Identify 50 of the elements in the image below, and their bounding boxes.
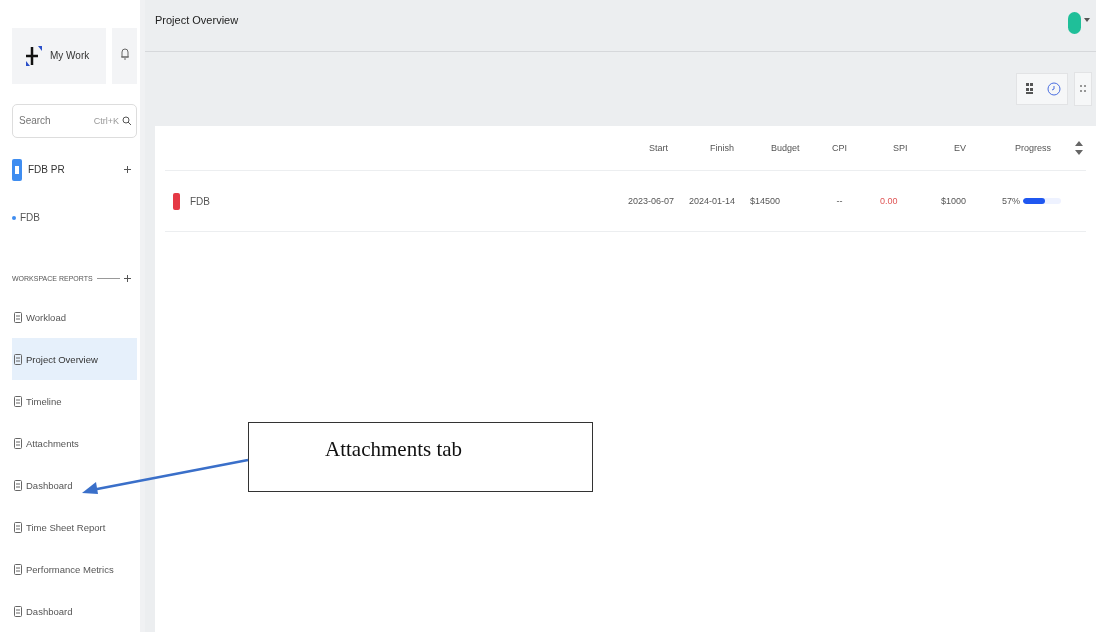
report-icon [14,605,22,617]
caret-icon[interactable] [1084,18,1090,22]
report-icon [14,479,22,491]
progress-value: 57% [1002,196,1020,206]
column-header: SPI [892,143,909,153]
table-cell-text: 2024-01-14 [688,196,737,206]
column-header: EV [953,143,967,153]
callout-box: Attachments tab [248,422,593,492]
sidebar-item[interactable]: Performance Metrics [12,548,137,590]
sidebar-item[interactable]: Timeline [12,380,137,422]
grid-icon [1026,83,1034,95]
column-header: CPI [831,143,848,153]
report-icon [14,563,22,575]
sidebar-item[interactable]: Dashboard [12,590,137,632]
sidebar-item[interactable]: Attachments [12,422,137,464]
clock-icon [1047,82,1061,96]
report-icon [14,311,22,323]
report-icon [14,437,22,449]
column-header: Start [648,143,669,153]
add-icon[interactable] [124,166,131,174]
sidebar-item[interactable]: Time Sheet Report [12,506,137,548]
table-cell[interactable]: FDB [190,195,210,207]
bullet-icon [12,215,16,220]
report-icon [14,395,22,407]
sidebar-item[interactable]: Project Overview [12,338,137,380]
column-header: Budget [770,143,801,153]
progress-bar [1023,198,1061,204]
project-item[interactable]: FDB [20,212,40,224]
report-icon [14,521,22,533]
column-header: Progress [1014,143,1052,153]
more-button[interactable] [1074,72,1092,106]
table-cell-text: -- [835,196,844,206]
add-icon[interactable] [124,275,131,282]
sidebar-item[interactable]: Workload [12,296,137,338]
sidebar-item[interactable]: Dashboard [12,464,137,506]
dots-icon [1080,85,1086,93]
bell-icon [119,47,130,62]
table-cell-text: 2023-06-07 [627,196,676,206]
column-header: Finish [709,143,735,153]
table-cell-text: 0.00 [879,196,899,206]
report-icon [14,353,22,365]
logo-icon [24,44,44,67]
search-icon [122,115,132,126]
shortcut-hint: Ctrl+K [93,115,119,126]
page-title: Project Overview [155,14,240,26]
project-name[interactable]: FDB PR [28,164,118,176]
my-work-button[interactable]: My Work [12,28,106,84]
table-cell-text: $14500 [749,196,782,206]
project-icon [12,159,22,181]
table-cell-text: $1000 [940,196,968,206]
